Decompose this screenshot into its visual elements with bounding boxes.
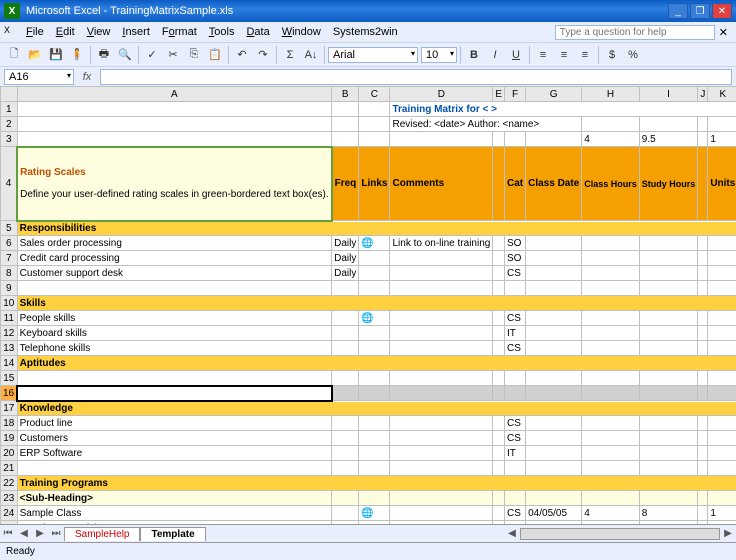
menu-view[interactable]: View: [81, 24, 117, 40]
font-size-select[interactable]: 10: [421, 47, 457, 63]
table-row: 25Portal User Training📧IT01free213: [1, 521, 736, 525]
cut-icon[interactable]: ✂: [163, 45, 183, 65]
sum-icon[interactable]: Σ: [280, 45, 300, 65]
section-knowledge: Knowledge: [17, 401, 736, 416]
menu-window[interactable]: Window: [276, 24, 327, 40]
print-icon[interactable]: 🖶: [94, 45, 114, 65]
link-icon[interactable]: 🌐: [359, 311, 390, 326]
paste-icon[interactable]: 📋: [205, 45, 225, 65]
worksheet-grid[interactable]: ABCDEFGHIJKLMNOPQRSTUVWXYZ 1Training Mat…: [0, 86, 736, 524]
preview-icon[interactable]: 🔍: [115, 45, 135, 65]
standard-toolbar: 🗋 📂 💾 🧍 🖶 🔍 ✓ ✂ ⎘ 📋 ↶ ↷ Σ A↓ Arial 10 B …: [0, 42, 736, 66]
tab-template[interactable]: Template: [140, 527, 205, 541]
tab-next-icon[interactable]: ▶: [32, 528, 48, 539]
tab-first-icon[interactable]: ⏮: [0, 528, 16, 539]
section-aptitudes: Aptitudes: [17, 356, 736, 371]
name-box[interactable]: A16: [4, 69, 74, 85]
table-row: 20ERP SoftwareIT113: [1, 446, 736, 461]
underline-icon[interactable]: U: [506, 45, 526, 65]
titlebar: X Microsoft Excel - TrainingMatrixSample…: [0, 0, 736, 22]
link-icon[interactable]: 🌐: [359, 236, 390, 251]
table-row: 19CustomersCS303: [1, 431, 736, 446]
menu-insert[interactable]: Insert: [116, 24, 156, 40]
menu-edit[interactable]: Edit: [50, 24, 81, 40]
formula-bar[interactable]: [100, 69, 732, 85]
new-icon[interactable]: 🗋: [4, 45, 24, 65]
menu-tools[interactable]: Tools: [203, 24, 241, 40]
workbook-icon: X: [4, 25, 18, 39]
align-right-icon[interactable]: ≡: [575, 45, 595, 65]
font-name-select[interactable]: Arial: [328, 47, 418, 63]
permission-icon[interactable]: 🧍: [67, 45, 87, 65]
help-search[interactable]: [555, 25, 715, 40]
tab-last-icon[interactable]: ⏭: [48, 528, 64, 539]
menubar: X File Edit View Insert Format Tools Dat…: [0, 22, 736, 42]
statusbar: Ready: [0, 542, 736, 560]
doc-close-button[interactable]: ✕: [715, 26, 732, 39]
currency-icon[interactable]: $: [602, 45, 622, 65]
fx-button[interactable]: fx: [78, 69, 96, 85]
hscrollbar[interactable]: [520, 528, 720, 540]
maximize-button[interactable]: ❐: [690, 3, 710, 19]
save-icon[interactable]: 💾: [46, 45, 66, 65]
align-left-icon[interactable]: ≡: [533, 45, 553, 65]
menu-file[interactable]: File: [20, 24, 50, 40]
revised-author: Revised: <date> Author: <name>: [390, 117, 582, 132]
spell-icon[interactable]: ✓: [142, 45, 162, 65]
table-row: 8Customer support deskDailyCS233: [1, 266, 736, 281]
app-title: Microsoft Excel - TrainingMatrixSample.x…: [26, 5, 233, 17]
col-header[interactable]: A: [17, 87, 332, 102]
scroll-left-icon[interactable]: ◀: [504, 528, 520, 539]
sheet-title: Training Matrix for < >: [390, 102, 736, 117]
redo-icon[interactable]: ↷: [253, 45, 273, 65]
table-row: 13Telephone skillsCS222: [1, 341, 736, 356]
table-row: 11People skills🌐CS3?3: [1, 311, 736, 326]
section-responsibilities: Responsibilities: [17, 221, 736, 236]
tab-prev-icon[interactable]: ◀: [16, 528, 32, 539]
select-all[interactable]: [1, 87, 18, 102]
link-icon[interactable]: 🌐: [359, 506, 390, 521]
excel-icon: X: [4, 3, 20, 19]
copy-icon[interactable]: ⎘: [184, 45, 204, 65]
section-training: Training Programs: [17, 476, 736, 491]
sort-icon[interactable]: A↓: [301, 45, 321, 65]
section-skills: Skills: [17, 296, 736, 311]
selected-cell[interactable]: [17, 386, 332, 401]
formula-row: A16 fx: [0, 66, 736, 86]
bold-icon[interactable]: B: [464, 45, 484, 65]
italic-icon[interactable]: I: [485, 45, 505, 65]
sheet-tabs: ⏮ ◀ ▶ ⏭ SampleHelp Template ◀ ▶: [0, 524, 736, 542]
scroll-right-icon[interactable]: ▶: [720, 528, 736, 539]
percent-icon[interactable]: %: [623, 45, 643, 65]
table-row: 18Product lineCS203: [1, 416, 736, 431]
menu-data[interactable]: Data: [240, 24, 275, 40]
menu-format[interactable]: Format: [156, 24, 203, 40]
table-row: 24Sample Class🌐CS04/05/05481$595$595303: [1, 506, 736, 521]
undo-icon[interactable]: ↶: [232, 45, 252, 65]
open-icon[interactable]: 📂: [25, 45, 45, 65]
align-center-icon[interactable]: ≡: [554, 45, 574, 65]
link-icon[interactable]: 📧: [359, 521, 390, 525]
table-row: 6Sales order processingDaily🌐Link to on-…: [1, 236, 736, 251]
rating-box: Rating ScalesDefine your user-defined ra…: [17, 147, 332, 221]
menu-systems2win[interactable]: Systems2win: [327, 24, 404, 40]
table-row: 7Credit card processingDailySO123: [1, 251, 736, 266]
table-row: 12Keyboard skillsIT112: [1, 326, 736, 341]
minimize-button[interactable]: _: [668, 3, 688, 19]
close-button[interactable]: ✕: [712, 3, 732, 19]
tab-samplehelp[interactable]: SampleHelp: [64, 527, 140, 541]
